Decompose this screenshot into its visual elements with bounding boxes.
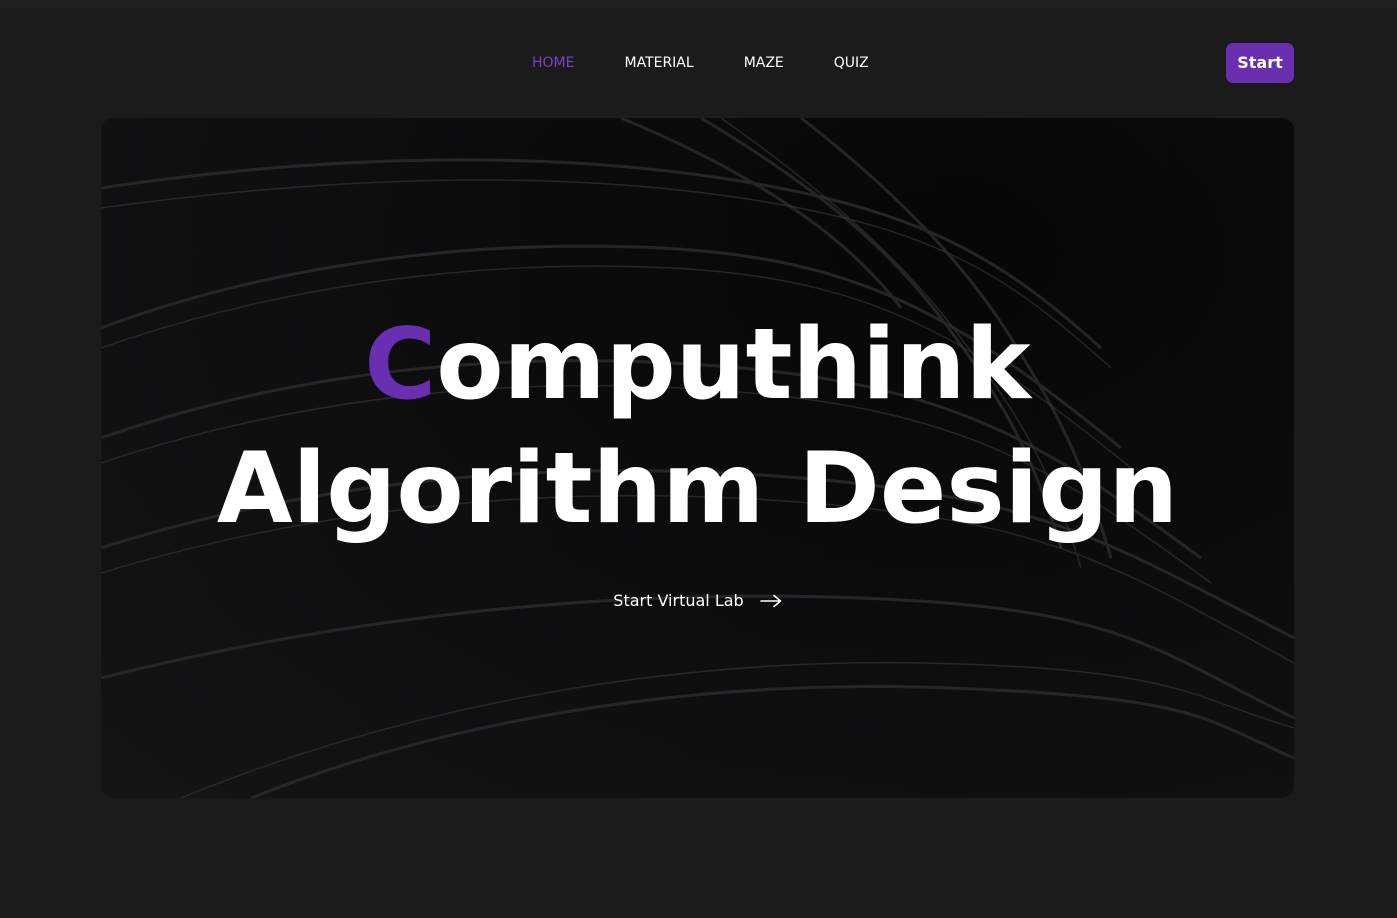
nav-item-maze[interactable]: MAZE: [744, 54, 784, 72]
start-button[interactable]: Start: [1226, 43, 1294, 83]
hero-subtitle: Algorithm Design: [216, 432, 1179, 546]
nav-item-material[interactable]: MATERIAL: [624, 54, 693, 72]
start-virtual-lab-link[interactable]: Start Virtual Lab: [101, 591, 1294, 610]
main-nav: HOME MATERIAL MAZE QUIZ: [532, 54, 869, 72]
top-border: [0, 0, 1397, 8]
navbar: HOME MATERIAL MAZE QUIZ Start: [0, 8, 1397, 118]
hero-title-accent-letter: C: [364, 308, 437, 422]
nav-item-home[interactable]: HOME: [532, 54, 574, 72]
start-virtual-lab-label: Start Virtual Lab: [613, 591, 744, 610]
nav-item-quiz[interactable]: QUIZ: [834, 54, 869, 72]
hero-title-rest: omputhink: [436, 308, 1031, 422]
hero-title: Computhink: [101, 310, 1294, 420]
hero-banner: Computhink Algorithm Design Start Virtua…: [101, 118, 1294, 798]
arrow-right-icon: [759, 594, 782, 607]
